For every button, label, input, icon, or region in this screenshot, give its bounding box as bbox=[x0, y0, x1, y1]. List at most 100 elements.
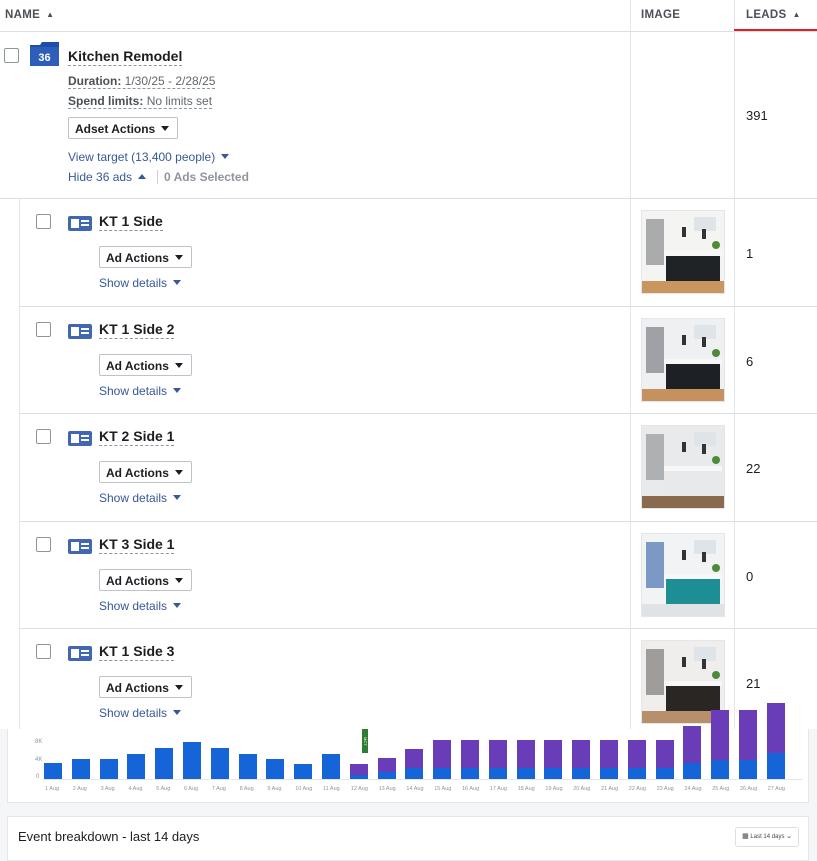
ad-name[interactable]: KT 3 Side 1 bbox=[99, 536, 175, 554]
row-divider bbox=[19, 628, 817, 629]
ad-leads-value: 0 bbox=[746, 569, 754, 584]
chart-bar-primary bbox=[99, 759, 118, 779]
spend-label: Spend limits: bbox=[68, 94, 144, 108]
chart-bar-primary bbox=[377, 772, 396, 779]
ads-selected-count: 0 Ads Selected bbox=[164, 170, 249, 184]
chevron-down-icon bbox=[221, 154, 230, 159]
ad-name[interactable]: KT 1 Side bbox=[99, 213, 163, 231]
x-tick: 13 Aug bbox=[378, 786, 396, 792]
ad-checkbox[interactable] bbox=[36, 429, 51, 444]
ad-icon bbox=[68, 216, 92, 231]
adset-duration: Duration: 1/30/25 - 2/28/25 bbox=[68, 74, 216, 89]
adset-name[interactable]: Kitchen Remodel bbox=[68, 48, 183, 66]
chart-bar-primary bbox=[294, 764, 313, 779]
chart-bar-secondary bbox=[349, 764, 368, 775]
chart-bar-secondary bbox=[766, 703, 785, 753]
ad-actions-button[interactable]: Ad Actions bbox=[99, 354, 192, 376]
chart-bar-primary bbox=[739, 760, 757, 779]
chart-bar-secondary bbox=[516, 740, 535, 768]
chevron-down-icon bbox=[173, 495, 182, 500]
column-image-label: IMAGE bbox=[641, 9, 681, 21]
ad-checkbox[interactable] bbox=[36, 322, 51, 337]
ad-image-thumbnail[interactable] bbox=[641, 318, 725, 402]
y-tick: 0 bbox=[36, 774, 40, 780]
ad-image-thumbnail[interactable] bbox=[641, 533, 725, 617]
x-tick: 3 Aug bbox=[100, 786, 115, 792]
ad-icon bbox=[68, 324, 92, 339]
chevron-down-icon bbox=[174, 363, 183, 368]
chevron-down-icon bbox=[174, 685, 183, 690]
x-tick: 6 Aug bbox=[184, 786, 199, 792]
chart-bar-secondary bbox=[572, 740, 591, 768]
chart-bar-primary bbox=[71, 759, 90, 779]
chart-bar-primary bbox=[655, 768, 674, 779]
chart-bar-secondary bbox=[544, 740, 563, 768]
chart-bar-secondary bbox=[655, 740, 674, 768]
dashboard-background: 8K 4K 0 MCT 1 Aug 2 Aug 3 Aug 4 Aug 5 Aug 6 A… bbox=[0, 703, 817, 861]
x-tick: 15 Aug bbox=[434, 786, 452, 792]
x-axis-line bbox=[42, 779, 802, 780]
column-leads-header[interactable]: LEADS ▲︎ bbox=[746, 0, 801, 31]
chevron-down-icon bbox=[173, 603, 182, 608]
adset-actions-button[interactable]: Adset Actions bbox=[68, 117, 179, 139]
chevron-down-icon bbox=[174, 255, 183, 260]
column-divider bbox=[630, 0, 631, 31]
ad-image-thumbnail[interactable] bbox=[641, 210, 725, 294]
show-details-link[interactable]: Show details bbox=[99, 599, 182, 613]
x-tick: 25 Aug bbox=[712, 786, 730, 792]
table-header: NAME ▲︎ IMAGE LEADS ▲︎ bbox=[0, 0, 817, 32]
campaign-folder-icon: 36 bbox=[30, 42, 59, 66]
ad-actions-label: Ad Actions bbox=[106, 251, 169, 265]
ad-actions-button[interactable]: Ad Actions bbox=[99, 461, 192, 483]
ad-icon bbox=[68, 539, 92, 554]
chevron-down-icon bbox=[174, 578, 183, 583]
ad-image-thumbnail[interactable] bbox=[641, 425, 725, 509]
sort-icon[interactable]: ▲︎ bbox=[792, 0, 800, 30]
ad-name[interactable]: KT 1 Side 3 bbox=[99, 643, 175, 661]
hide-ads-link[interactable]: Hide 36 ads bbox=[68, 170, 147, 184]
calendar-icon: ▦ bbox=[742, 833, 749, 840]
chart-bar-secondary bbox=[377, 758, 396, 772]
row-divider bbox=[19, 521, 817, 522]
show-details-label: Show details bbox=[99, 384, 168, 398]
ad-actions-label: Ad Actions bbox=[106, 681, 169, 695]
column-divider bbox=[734, 32, 735, 729]
ad-actions-button[interactable]: Ad Actions bbox=[99, 676, 192, 698]
show-details-link[interactable]: Show details bbox=[99, 276, 182, 290]
date-range-select[interactable]: ▦ Last 14 days ⌄ bbox=[735, 827, 799, 847]
show-details-link[interactable]: Show details bbox=[99, 384, 182, 398]
ad-actions-button[interactable]: Ad Actions bbox=[99, 569, 192, 591]
ad-actions-label: Ad Actions bbox=[106, 466, 169, 480]
chart-bar-secondary bbox=[711, 710, 730, 760]
x-tick: 11 Aug bbox=[323, 786, 340, 792]
ad-checkbox[interactable] bbox=[36, 537, 51, 552]
show-details-link[interactable]: Show details bbox=[99, 491, 182, 505]
ad-actions-button[interactable]: Ad Actions bbox=[99, 246, 192, 268]
ad-checkbox[interactable] bbox=[36, 214, 51, 229]
sort-icon[interactable]: ▲︎ bbox=[46, 0, 54, 30]
x-tick: 16 Aug bbox=[462, 786, 480, 792]
ad-actions-label: Ad Actions bbox=[106, 574, 169, 588]
show-details-label: Show details bbox=[99, 491, 168, 505]
date-range-label: Last 14 days bbox=[750, 834, 785, 840]
x-tick: 5 Aug bbox=[156, 786, 171, 792]
show-details-link[interactable]: Show details bbox=[99, 706, 182, 720]
chevron-down-icon bbox=[173, 280, 182, 285]
ad-name[interactable]: KT 2 Side 1 bbox=[99, 428, 175, 446]
chart-bar-primary bbox=[766, 753, 785, 779]
column-name-header[interactable]: NAME ▲︎ bbox=[5, 0, 54, 31]
adset-spend-limits: Spend limits: No limits set bbox=[68, 94, 213, 109]
chart-bar-primary bbox=[183, 742, 201, 779]
ad-checkbox[interactable] bbox=[36, 644, 51, 659]
x-tick: 24 Aug bbox=[684, 786, 702, 792]
adset-checkbox[interactable] bbox=[4, 48, 19, 63]
chart-bar-primary bbox=[266, 759, 285, 779]
separator bbox=[157, 170, 158, 184]
ad-leads-value: 6 bbox=[746, 354, 754, 369]
chart-bar-primary bbox=[488, 768, 507, 779]
ad-leads-value: 1 bbox=[746, 246, 754, 261]
chart-bar-secondary bbox=[405, 749, 424, 768]
view-target-link[interactable]: View target (13,400 people) bbox=[68, 150, 230, 164]
x-tick: 10 Aug bbox=[295, 786, 313, 792]
ad-name[interactable]: KT 1 Side 2 bbox=[99, 321, 175, 339]
